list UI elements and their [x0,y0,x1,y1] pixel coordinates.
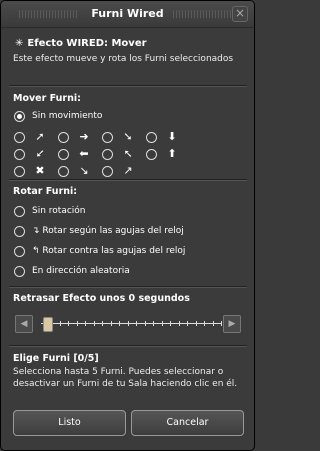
rotate-heading: Rotar Furni: [13,186,78,197]
rotate-cw-text: Rotar según las agujas del reloj [42,226,184,236]
move-up-icon: ⬆ [167,147,177,160]
effect-description: Este efecto mueve y rota los Furni selec… [13,54,234,64]
move-heading: Mover Furni: [13,93,81,104]
cancel-button[interactable]: Cancelar [131,410,244,436]
move-diagonal-other-radio[interactable] [102,166,113,177]
wired-star-icon: ✳ [15,38,24,49]
divider [9,85,247,87]
rotate-cw-icon: ↴ [32,226,40,236]
ok-button[interactable]: Listo [13,410,126,436]
slider-tick [161,321,163,326]
divider [9,286,247,288]
slider-tick [170,321,171,326]
delay-slider[interactable]: ◀ ▶ [13,314,243,334]
move-down-icon: ⬇ [167,130,177,143]
rotate-ccw-label: ↰ Rotar contra las agujas del reloj [32,246,185,256]
slider-tick [136,321,137,326]
move-none-label: Sin movimiento [32,111,103,121]
effect-title: Efecto WIRED: Mover [27,38,147,49]
title-bar[interactable]: Furni Wired × [1,1,254,28]
delay-decrease-button[interactable]: ◀ [15,315,33,333]
move-diag-down-right-radio[interactable] [102,132,113,143]
move-right-radio[interactable] [58,132,69,143]
rotate-cw-radio[interactable] [14,226,25,237]
move-diag-down-left-radio[interactable] [14,149,25,160]
move-diag-down-right-icon: ➘ [123,130,133,143]
move-diagonal-other-icon: ↗ [123,164,133,177]
move-diag-up-left-icon: ➚ [123,147,133,160]
slider-tick [110,321,112,326]
rotate-none-radio[interactable] [14,206,25,217]
slider-tick [195,321,197,326]
slider-tick [102,321,103,326]
slider-tick [144,321,146,326]
slider-tick [204,321,205,326]
slider-tick [212,321,214,326]
move-horizontal-radio[interactable] [58,166,69,177]
slider-tick [85,321,86,326]
rotate-cw-label: ↴ Rotar según las agujas del reloj [32,226,184,236]
move-diag-up-right-radio[interactable] [14,132,25,143]
move-down-radio[interactable] [146,132,157,143]
move-none-radio[interactable] [14,111,25,122]
slider-tick [178,321,180,326]
move-random-radio[interactable] [14,166,25,177]
effect-title-row: ✳ Efecto WIRED: Mover [15,38,147,49]
move-up-radio[interactable] [146,149,157,160]
delay-label: Retrasar Efecto unos 0 segundos [13,293,190,304]
select-text: Selecciona hasta 5 Furni. Puedes selecci… [13,367,238,389]
window-title: Furni Wired [91,7,164,20]
move-diag-up-right-icon: ➚ [35,130,45,143]
move-diag-down-left-icon: ➘ [35,147,45,160]
delay-increase-button[interactable]: ▶ [223,315,241,333]
slider-tick [119,321,120,326]
slider-tick [93,321,95,326]
slider-tick [127,321,129,326]
slider-tick [221,321,222,326]
move-left-radio[interactable] [58,149,69,160]
move-random-icon: ✖ [35,164,45,177]
slider-tick [187,321,188,326]
rotate-none-label: Sin rotación [32,206,86,216]
rotate-ccw-radio[interactable] [14,246,25,257]
slider-tick [68,321,69,326]
slider-tick [76,321,78,326]
rotate-random-label: En dirección aleatoria [32,266,130,276]
wired-window: Furni Wired × ✳ Efecto WIRED: Mover Este … [0,0,255,451]
divider [9,179,247,181]
slider-tick [153,321,154,326]
slider-tick [59,321,61,326]
move-diag-up-left-radio[interactable] [102,149,113,160]
rotate-ccw-icon: ↰ [32,246,40,256]
divider [9,345,247,347]
move-right-icon: ➜ [79,130,89,143]
rotate-random-radio[interactable] [14,266,25,277]
select-heading: Elige Furni [0/5] [13,353,99,364]
rotate-ccw-text: Rotar contra las agujas del reloj [42,246,186,256]
move-horizontal-icon: ↘ [79,164,89,177]
close-icon[interactable]: × [232,6,248,22]
slider-thumb[interactable] [43,317,53,332]
move-left-icon: ⬅ [79,147,89,160]
